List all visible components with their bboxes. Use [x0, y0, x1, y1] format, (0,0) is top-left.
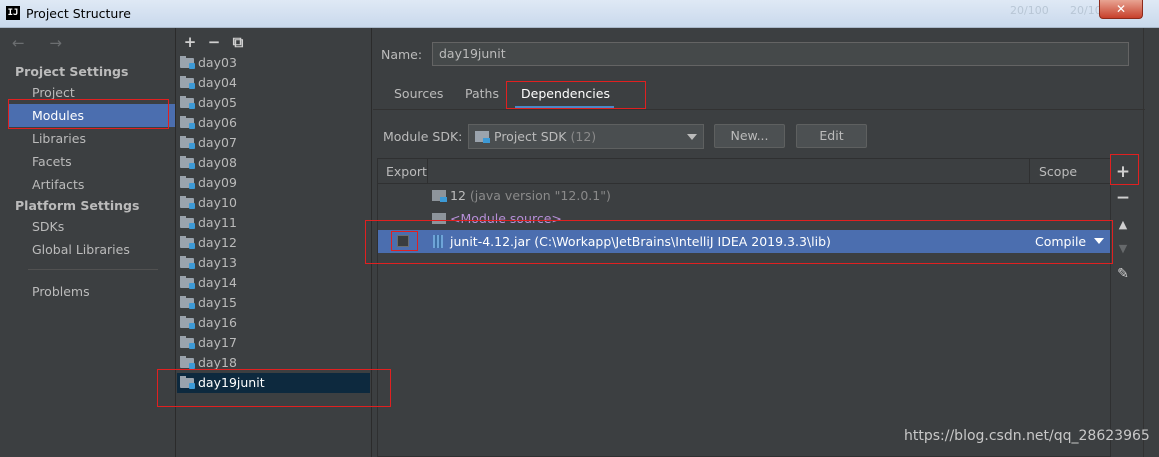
module-folder-icon [180, 56, 195, 69]
dependency-name: junit-4.12.jar [450, 234, 531, 249]
list-item[interactable]: day05 [177, 93, 370, 113]
nav-item-modules[interactable]: Modules [8, 104, 175, 127]
background-hint: 20/100 [1010, 4, 1049, 17]
dependencies-table: Export Scope 12 (java version "12.0.1") … [377, 158, 1111, 457]
list-item[interactable]: day07 [177, 133, 370, 153]
module-folder-icon [180, 76, 195, 89]
sdk-value: Project SDK [494, 129, 567, 144]
dependency-detail: (java version "12.0.1") [469, 188, 611, 203]
divider [1029, 159, 1030, 184]
list-item[interactable]: day03 [177, 53, 370, 73]
list-item[interactable]: day10 [177, 193, 370, 213]
list-item[interactable]: day18 [177, 353, 370, 373]
nav-item-problems[interactable]: Problems [8, 280, 175, 303]
nav-item-sdks[interactable]: SDKs [8, 215, 175, 238]
divider [28, 269, 158, 270]
divider [427, 159, 428, 184]
module-folder-icon [180, 256, 195, 269]
nav-item-global-libraries[interactable]: Global Libraries [8, 238, 175, 261]
module-folder-icon [180, 216, 195, 229]
tab-paths[interactable]: Paths [465, 81, 499, 107]
list-item[interactable]: day09 [177, 173, 370, 193]
list-item[interactable]: day16 [177, 313, 370, 333]
list-item[interactable]: day06 [177, 113, 370, 133]
module-detail-panel: Name: day19junit Sources Paths Dependenc… [373, 28, 1159, 457]
list-item[interactable]: day17 [177, 333, 370, 353]
nav-item-artifacts[interactable]: Artifacts [8, 173, 175, 196]
add-icon[interactable]: + [183, 33, 197, 51]
title-bar: IJ Project Structure 20/100 20/100 ✕ [0, 0, 1159, 28]
sdk-version: (12) [570, 129, 597, 144]
list-item[interactable]: day08 [177, 153, 370, 173]
add-dependency-icon[interactable]: + [1114, 162, 1132, 182]
module-list-panel: + − ⧉ day03 day04 day05 day06 day07 day0… [177, 28, 372, 457]
column-export[interactable]: Export [386, 164, 427, 179]
dependency-detail: (C:\Workapp\JetBrains\IntelliJ IDEA 2019… [534, 234, 831, 249]
jar-library-icon [433, 235, 443, 248]
edit-dependency-icon[interactable]: ✎ [1114, 266, 1132, 282]
nav-item-facets[interactable]: Facets [8, 150, 175, 173]
nav-item-project[interactable]: Project [8, 81, 175, 104]
table-row[interactable]: junit-4.12.jar (C:\Workapp\JetBrains\Int… [378, 230, 1110, 253]
source-folder-icon [432, 213, 446, 224]
list-item[interactable]: day04 [177, 73, 370, 93]
module-folder-icon [180, 336, 195, 349]
list-item[interactable]: day11 [177, 213, 370, 233]
dependency-name: <Module source> [450, 211, 562, 226]
module-toolbar: + − ⧉ [183, 33, 245, 51]
move-down-icon[interactable]: ▼ [1114, 242, 1132, 255]
list-item[interactable]: day13 [177, 253, 370, 273]
module-folder-icon [180, 316, 195, 329]
module-folder-icon [180, 176, 195, 189]
chevron-down-icon [687, 134, 697, 140]
module-folder-icon [180, 236, 195, 249]
module-folder-icon [180, 136, 195, 149]
module-folder-icon [180, 116, 195, 129]
name-label: Name: [381, 47, 423, 62]
scope-dropdown[interactable]: Compile [1035, 230, 1086, 253]
module-folder-icon [180, 196, 195, 209]
move-up-icon[interactable]: ▲ [1114, 218, 1132, 231]
copy-icon[interactable]: ⧉ [231, 33, 245, 51]
module-folder-icon [180, 276, 195, 289]
table-row[interactable]: 12 (java version "12.0.1") [378, 184, 1110, 207]
remove-icon[interactable]: − [207, 33, 221, 51]
watermark: https://blog.csdn.net/qq_28623965 [904, 428, 1150, 444]
project-settings-header: Project Settings [15, 64, 129, 79]
intellij-icon: IJ [6, 6, 20, 20]
chevron-down-icon[interactable] [1094, 238, 1104, 244]
remove-dependency-icon[interactable]: − [1114, 188, 1132, 208]
close-button[interactable]: ✕ [1099, 0, 1143, 19]
window-title: Project Structure [26, 6, 131, 21]
module-name-input[interactable]: day19junit [432, 42, 1129, 66]
table-header: Export Scope [378, 159, 1110, 184]
module-folder-icon [180, 96, 195, 109]
module-folder-icon [180, 296, 195, 309]
list-item[interactable]: day15 [177, 293, 370, 313]
new-sdk-button[interactable]: New... [714, 124, 785, 148]
column-scope[interactable]: Scope [1039, 164, 1077, 179]
list-item[interactable]: day12 [177, 233, 370, 253]
list-item[interactable]: day19junit [177, 373, 370, 393]
settings-nav: ← → Project Settings Project Modules Lib… [0, 28, 176, 457]
divider [373, 109, 1145, 110]
module-sdk-label: Module SDK: [383, 129, 463, 144]
dependency-name: 12 [450, 188, 466, 203]
sdk-folder-icon [475, 131, 490, 143]
module-folder-icon [180, 156, 195, 169]
list-item[interactable]: day14 [177, 273, 370, 293]
sdk-folder-icon [432, 190, 447, 202]
back-forward-icon[interactable]: ← → [12, 34, 72, 52]
platform-settings-header: Platform Settings [15, 198, 140, 213]
table-row[interactable]: <Module source> [378, 207, 1110, 230]
module-folder-icon [180, 376, 195, 389]
tab-sources[interactable]: Sources [394, 81, 443, 107]
module-folder-icon [180, 356, 195, 369]
tab-dependencies[interactable]: Dependencies [515, 81, 614, 109]
nav-item-libraries[interactable]: Libraries [8, 127, 175, 150]
module-sdk-dropdown[interactable]: Project SDK (12) [468, 124, 704, 149]
export-checkbox[interactable] [397, 235, 409, 247]
divider [1143, 28, 1144, 457]
edit-sdk-button[interactable]: Edit [796, 124, 867, 148]
